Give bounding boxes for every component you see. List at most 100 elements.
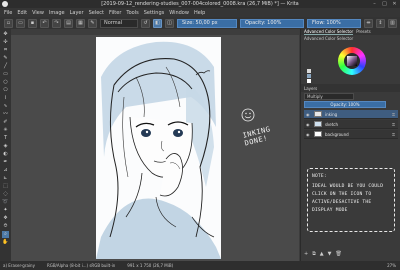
lock-icon[interactable]: ⚿ (392, 132, 395, 137)
rectangle-tool-icon[interactable]: ▭ (2, 71, 9, 78)
menu-select[interactable]: Select (89, 10, 104, 16)
workspace-icon[interactable]: ▥ (388, 18, 397, 28)
status-color-space: RGB/Alpha (8-bit i...) sRGB built-in (46, 263, 116, 268)
redo-icon[interactable]: ↷ (52, 18, 61, 28)
menu-edit[interactable]: Edit (17, 10, 27, 16)
crop-tool-icon[interactable]: ⌗ (2, 47, 9, 54)
minimize-icon[interactable]: – (371, 1, 378, 7)
new-document-icon[interactable]: ▫ (4, 18, 13, 28)
layer-blend-mode-select[interactable]: Multiply (304, 93, 354, 100)
menu-view[interactable]: View (32, 10, 44, 16)
layer-row[interactable]: ◉ inking ⚿ (304, 110, 398, 119)
color-selector-title: Advanced Color Selector (304, 36, 354, 41)
layer-name: inking (325, 111, 338, 117)
blend-mode-select[interactable]: Normal (100, 18, 138, 28)
eye-icon[interactable]: ◉ (306, 112, 311, 117)
canvas-tab-bar (11, 29, 299, 35)
brush-size-slider[interactable]: Size: 50,00 px (177, 18, 237, 28)
menu-help[interactable]: Help (194, 10, 205, 16)
eye-icon[interactable]: ◉ (306, 132, 311, 137)
lasso-select-icon[interactable]: ➰ (2, 199, 9, 206)
pan-tool-icon[interactable]: ✋ (2, 239, 9, 246)
canvas-area[interactable]: INKING DONE! (11, 29, 299, 261)
tab-presets[interactable]: Presets (356, 29, 371, 35)
dynamic-brush-icon[interactable]: ✐ (2, 119, 9, 126)
preserve-alpha-icon[interactable]: ◫ (165, 18, 174, 28)
eye-icon[interactable]: ◉ (306, 122, 311, 127)
flow-slider[interactable]: Flow: 100% (307, 18, 361, 28)
multibrush-tool-icon[interactable]: ✳ (2, 127, 9, 134)
handwritten-note: NOTE: IDEAL WOULD BE YOU COULD CLICK ON … (307, 168, 395, 232)
opacity-slider[interactable]: Opacity: 100% (240, 18, 304, 28)
pattern-icon[interactable]: ▦ (76, 18, 85, 28)
layer-row[interactable]: ◉ background ⚿ (304, 130, 398, 139)
brush-preset-icon[interactable]: ✎ (88, 18, 97, 28)
menu-window[interactable]: Window (169, 10, 189, 16)
freehand-path-icon[interactable]: 〰 (2, 111, 9, 118)
ellipse-tool-icon[interactable]: ○ (2, 79, 9, 86)
duplicate-layer-icon[interactable]: ⧉ (312, 251, 316, 257)
ellipse-select-icon[interactable]: ◌ (2, 191, 9, 198)
save-icon[interactable]: ▪ (28, 18, 37, 28)
open-document-icon[interactable]: ▭ (16, 18, 25, 28)
menu-settings[interactable]: Settings (144, 10, 165, 16)
gradient-tool-icon[interactable]: ◐ (2, 151, 9, 158)
brush-toolbar: ▫ ▭ ▪ ↶ ↷ ▤ ▦ ✎ Normal ↺ ◧ ◫ Size: 50,00… (0, 17, 400, 29)
assistant-tool-icon[interactable]: ⊿ (2, 167, 9, 174)
move-layer-up-icon[interactable]: ▲ (320, 251, 324, 257)
line-tool-icon[interactable]: ╱ (2, 63, 9, 70)
layers-tab[interactable]: Layers (304, 86, 317, 91)
color-wheel[interactable] (338, 47, 366, 75)
layer-thumbnail (314, 121, 322, 127)
title-bar: [2019-09-12_rendering-studies_007-004col… (0, 0, 400, 8)
gradient-icon[interactable]: ▤ (64, 18, 73, 28)
similar-select-icon[interactable]: ❖ (2, 215, 9, 222)
reload-preset-icon[interactable]: ↺ (141, 18, 150, 28)
menu-filter[interactable]: Filter (109, 10, 121, 16)
measure-tool-icon[interactable]: ⊾ (2, 175, 9, 182)
lock-icon[interactable]: ⚿ (392, 112, 395, 117)
brush-tool-icon[interactable]: ✎ (2, 55, 9, 62)
layer-opacity-slider[interactable]: Opacity: 100% (304, 101, 386, 108)
fill-tool-icon[interactable]: ◈ (2, 143, 9, 150)
document-canvas[interactable] (96, 37, 221, 259)
note-title: NOTE: (312, 174, 327, 179)
status-bar: a) Eraser-grainy RGB/Alpha (8-bit i...) … (0, 261, 400, 270)
mirror-vertical-icon[interactable]: ⇕ (376, 18, 385, 28)
tab-advanced-color-selector[interactable]: Advanced Color Selector (304, 29, 354, 35)
toolbox: ✥ ✣ ⌗ ✎ ╱ ▭ ○ ⬠ ⌇ ∿ 〰 ✐ ✳ T ◈ ◐ ✒ ⊿ ⊾ ⬚ … (0, 29, 11, 261)
transform-tool-icon[interactable]: ✥ (2, 31, 9, 38)
bezier-tool-icon[interactable]: ∿ (2, 103, 9, 110)
dock-tab-bar: Advanced Color Selector Presets (301, 29, 400, 35)
illustration-girl (96, 41, 221, 259)
path-select-icon[interactable]: ⎊ (2, 223, 9, 230)
text-tool-icon[interactable]: T (2, 135, 9, 142)
mirror-horizontal-icon[interactable]: ⇹ (364, 18, 373, 28)
status-brush-name[interactable]: a) Eraser-grainy (3, 263, 35, 268)
menu-tools[interactable]: Tools (126, 10, 138, 16)
layer-thumbnail (314, 131, 322, 137)
magic-wand-icon[interactable]: ✦ (2, 207, 9, 214)
menu-file[interactable]: File (4, 10, 12, 16)
zoom-tool-icon[interactable]: ⌕ (2, 231, 9, 238)
move-layer-down-icon[interactable]: ▼ (328, 251, 332, 257)
move-tool-icon[interactable]: ✣ (2, 39, 9, 46)
color-picker-icon[interactable]: ✒ (2, 159, 9, 166)
smiley-face-icon (241, 108, 255, 122)
polygon-tool-icon[interactable]: ⬠ (2, 87, 9, 94)
menu-layer[interactable]: Layer (70, 10, 84, 16)
status-zoom[interactable]: 27% (387, 263, 396, 268)
polyline-tool-icon[interactable]: ⌇ (2, 95, 9, 102)
add-layer-icon[interactable]: + (304, 251, 308, 257)
layer-row[interactable]: ◉ sketch ⚿ (304, 120, 398, 129)
rect-select-icon[interactable]: ⬚ (2, 183, 9, 190)
inking-done-annotation: INKING DONE! (241, 125, 272, 148)
maximize-icon[interactable]: □ (381, 1, 388, 7)
erase-mode-icon[interactable]: ◧ (153, 18, 162, 28)
lock-icon[interactable]: ⚿ (392, 122, 395, 127)
close-icon[interactable]: ✕ (391, 1, 398, 7)
undo-icon[interactable]: ↶ (40, 18, 49, 28)
layer-name: sketch (325, 121, 339, 127)
delete-layer-icon[interactable]: 🗑 (336, 251, 342, 257)
menu-image[interactable]: Image (49, 10, 65, 16)
